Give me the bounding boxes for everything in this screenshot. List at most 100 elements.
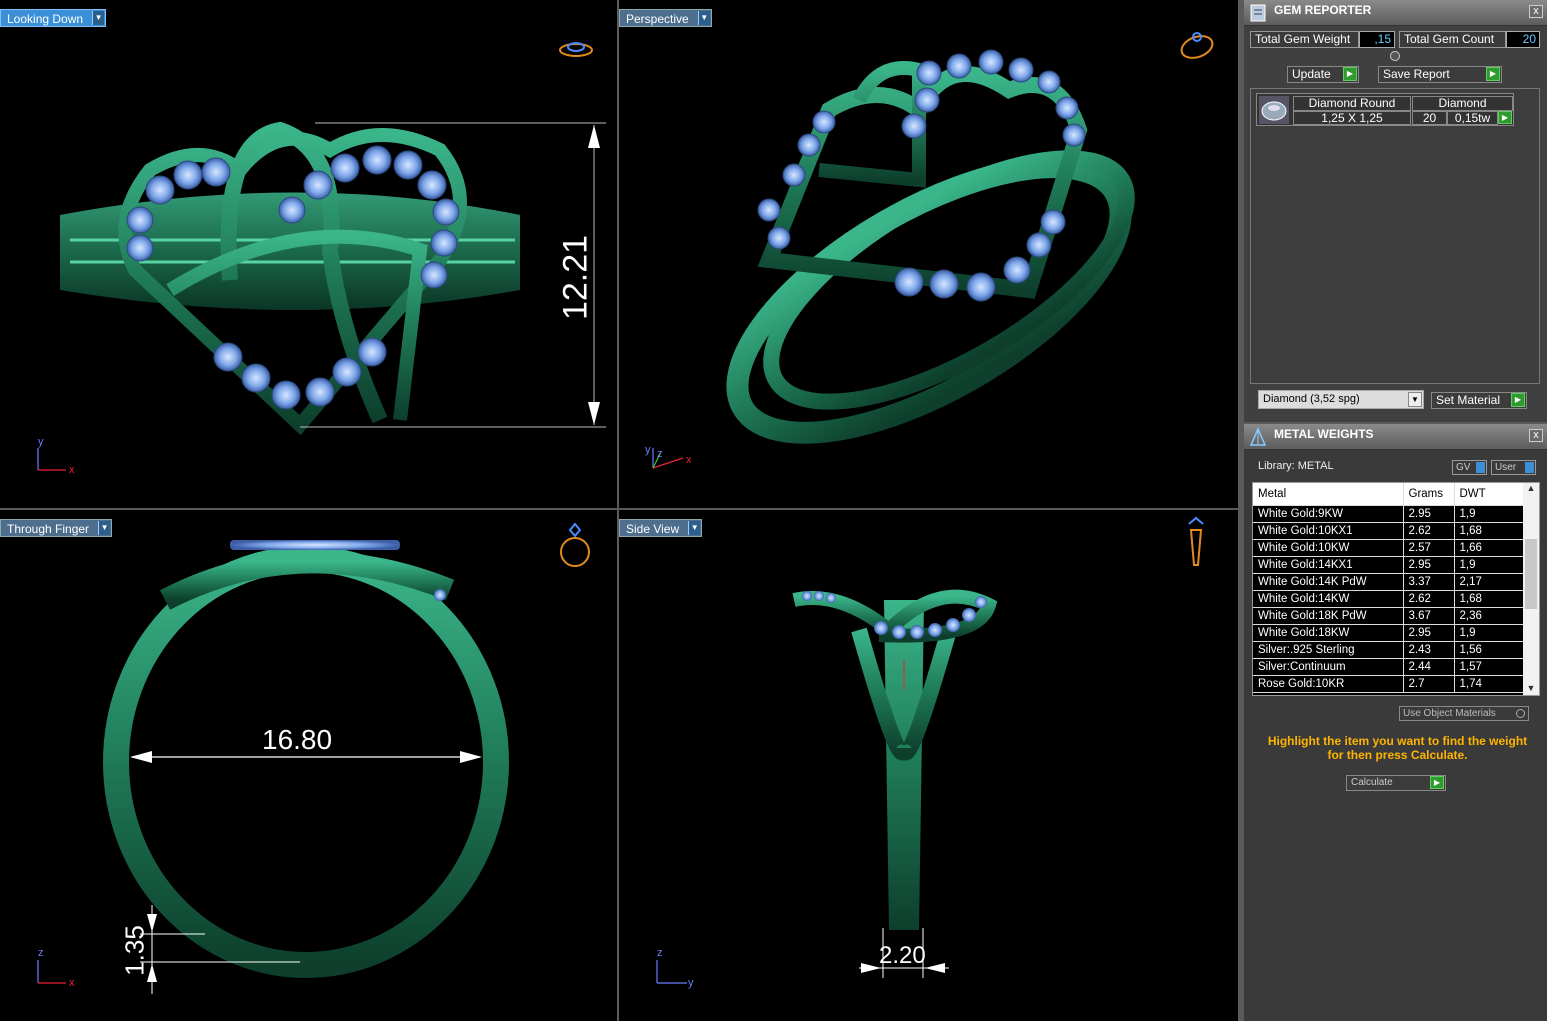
close-icon[interactable]: x [1529, 429, 1543, 442]
use-object-materials-toggle[interactable]: Use Object Materials [1399, 706, 1529, 721]
viewport-side-view[interactable]: Side View ▼ 2.20 z y [619, 510, 1238, 1021]
column-header-metal[interactable]: Metal [1253, 483, 1404, 506]
viewport-perspective[interactable]: Perspective ▼ z x y [619, 0, 1238, 508]
material-select[interactable]: Diamond (3,52 spg) ▼ [1258, 390, 1424, 409]
grams-cell: 2.44 [1403, 658, 1455, 676]
gv-toggle[interactable]: GV [1452, 460, 1487, 475]
scrollbar[interactable]: ▲ ▼ [1523, 483, 1539, 695]
gem-reporter-titlebar[interactable]: GEM REPORTER x [1244, 0, 1547, 26]
metal-weights-title: METAL WEIGHTS [1274, 427, 1374, 441]
table-row[interactable]: White Gold:14KW 2.62 1,68 [1253, 590, 1525, 608]
play-icon: ▶ [1511, 393, 1525, 407]
grams-cell: 2.43 [1403, 641, 1455, 659]
viewport-label[interactable]: Perspective ▼ [619, 9, 712, 27]
viewport-through-finger[interactable]: Through Finger ▼ 16.80 1.35 z x [0, 510, 617, 1021]
grams-cell: 2.7 [1403, 675, 1455, 693]
scroll-up-icon[interactable]: ▲ [1523, 483, 1539, 497]
ring-top-view [37, 42, 606, 471]
dwt-cell: 1,56 [1454, 641, 1525, 659]
column-header-dwt[interactable]: DWT [1454, 483, 1525, 506]
metal-name-cell: White Gold:14KW [1253, 590, 1404, 608]
gem-list-area[interactable]: Diamond Round Diamond 1,25 X 1,25 20 0,1… [1250, 88, 1540, 384]
gem-shape: Diamond Round [1293, 96, 1411, 111]
set-material-button[interactable]: Set Material ▶ [1431, 392, 1527, 409]
grams-cell: 2.95 [1403, 505, 1455, 523]
table-row[interactable]: White Gold:10KW 2.57 1,66 [1253, 539, 1525, 557]
dwt-cell: 2,17 [1454, 573, 1525, 591]
gem-material: Diamond [1412, 96, 1513, 111]
table-row[interactable]: White Gold:14K PdW 3.37 2,17 [1253, 573, 1525, 591]
library-label: Library: METAL [1258, 460, 1334, 472]
metal-name-cell: Rose Gold:10KR [1253, 675, 1404, 693]
axis-z-label: z [38, 947, 44, 959]
table-row[interactable]: White Gold:10KX1 2.62 1,68 [1253, 522, 1525, 540]
ring-side-view [656, 516, 1204, 984]
gem-list-item[interactable]: Diamond Round Diamond 1,25 X 1,25 20 0,1… [1256, 93, 1514, 126]
close-icon[interactable]: x [1529, 5, 1543, 18]
update-button[interactable]: Update ▶ [1287, 66, 1359, 83]
table-row[interactable]: Rose Gold:10KR 2.7 1,74 [1253, 675, 1525, 693]
grams-cell: 2.57 [1403, 539, 1455, 557]
table-row[interactable]: Silver:Continuum 2.44 1,57 [1253, 658, 1525, 676]
metal-name-cell: Silver:.925 Sterling [1253, 641, 1404, 659]
play-icon: ▶ [1430, 776, 1444, 789]
scale-icon [1249, 427, 1267, 446]
radio-icon [1516, 709, 1525, 718]
gem-reporter-title: GEM REPORTER [1274, 3, 1372, 17]
axis-x-label: x [69, 977, 75, 989]
table-row[interactable]: White Gold:18K PdW 3.67 2,36 [1253, 607, 1525, 625]
ring-front-view [37, 522, 590, 994]
diamond-round-icon [1259, 96, 1289, 124]
viewport-label[interactable]: Side View ▼ [619, 519, 703, 537]
chevron-down-icon: ▼ [1408, 392, 1422, 407]
collapse-handle-icon[interactable] [1390, 51, 1400, 61]
axis-z-label: z [657, 947, 663, 959]
grams-cell: 2.95 [1403, 624, 1455, 642]
axis-y-label: y [38, 436, 44, 448]
scroll-down-icon[interactable]: ▼ [1523, 683, 1539, 695]
viewport-label[interactable]: Looking Down ▼ [0, 9, 107, 27]
total-gem-count-label: Total Gem Count [1399, 31, 1506, 48]
viewport-menu-dropdown-icon[interactable]: ▼ [688, 521, 701, 535]
scroll-thumb[interactable] [1525, 539, 1537, 609]
metal-name-cell: White Gold:18K PdW [1253, 607, 1404, 625]
metal-table: Metal Grams DWT White Gold:9KW 2.95 1,9 Whi… [1253, 483, 1525, 693]
gem-weight: 0,15tw [1447, 111, 1498, 125]
viewport-looking-down[interactable]: Looking Down ▼ 12.21 y x [0, 0, 617, 508]
viewport-menu-dropdown-icon[interactable]: ▼ [697, 11, 710, 25]
table-row[interactable]: Silver:.925 Sterling 2.43 1,56 [1253, 641, 1525, 659]
axis-y-label: y [688, 977, 694, 989]
column-header-grams[interactable]: Grams [1403, 483, 1455, 506]
metal-name-cell: White Gold:10KX1 [1253, 522, 1404, 540]
dimension-width-label: 2.20 [879, 942, 926, 969]
table-row[interactable]: White Gold:9KW 2.95 1,9 [1253, 505, 1525, 523]
viewport-label[interactable]: Through Finger ▼ [0, 519, 113, 537]
gem-count: 20 [1412, 111, 1447, 125]
ring-perspective-view [652, 32, 1214, 469]
axis-x-label: x [69, 464, 75, 476]
metal-weights-panel: METAL WEIGHTS x Library: METAL GV User M… [1244, 424, 1547, 1021]
dwt-cell: 1,66 [1454, 539, 1525, 557]
gem-detail-button[interactable]: ▶ [1498, 111, 1512, 124]
viewport-menu-dropdown-icon[interactable]: ▼ [98, 521, 111, 535]
grams-cell: 3.67 [1403, 607, 1455, 625]
table-row[interactable]: White Gold:14KX1 2.95 1,9 [1253, 556, 1525, 574]
dimension-diameter-label: 16.80 [262, 724, 333, 755]
grams-cell: 2.62 [1403, 590, 1455, 608]
metal-table-header: Metal Grams DWT [1253, 483, 1525, 506]
dwt-cell: 1,68 [1454, 522, 1525, 540]
grams-cell: 3.37 [1403, 573, 1455, 591]
table-row[interactable]: White Gold:18KW 2.95 1,9 [1253, 624, 1525, 642]
calculate-button[interactable]: Calculate ▶ [1346, 775, 1446, 791]
user-toggle[interactable]: User [1491, 460, 1536, 475]
gem-reporter-panel: GEM REPORTER x Total Gem Weight ,15 Tota… [1244, 0, 1547, 422]
gem-size: 1,25 X 1,25 [1293, 111, 1411, 125]
gem-report-icon [1250, 4, 1266, 22]
metal-weights-titlebar[interactable]: METAL WEIGHTS x [1244, 424, 1547, 450]
metal-name-cell: White Gold:9KW [1253, 505, 1404, 523]
viewport-menu-dropdown-icon[interactable]: ▼ [92, 11, 105, 25]
save-report-button[interactable]: Save Report ▶ [1378, 66, 1502, 83]
axis-y-label: y [645, 444, 651, 456]
metal-table-container[interactable]: Metal Grams DWT White Gold:9KW 2.95 1,9 Whi… [1252, 482, 1540, 696]
dwt-cell: 1,57 [1454, 658, 1525, 676]
